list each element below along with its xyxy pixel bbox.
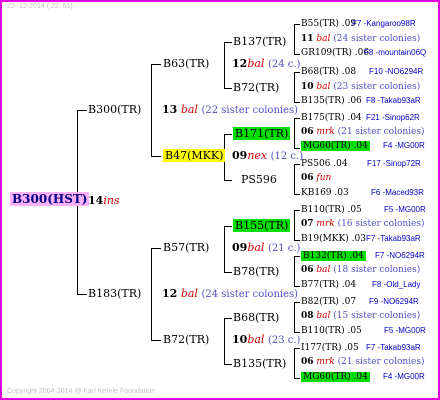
g4-node-3[interactable]: B68(TR) .08 [301, 68, 356, 77]
pedigree-chart: 22- 12-2014 ( 22: 51) B300(HST) 14ins B3… [0, 0, 440, 400]
root-queen[interactable]: B300(HST) [10, 192, 90, 206]
g4-node-8-info: F6 -Maced93R [371, 188, 424, 197]
g4-node-12-info: F8 -Old_Lady [372, 280, 421, 289]
g2-node-4-info: 10bal (23 c.) [232, 333, 301, 346]
g3-node-4-info: 06 fun [301, 173, 332, 183]
g4-node-1[interactable]: B55(TR) .09 [301, 20, 356, 29]
g4-node-7[interactable]: PS506 .04 [301, 160, 348, 169]
g4-node-15[interactable]: I177(TR) .05 [301, 344, 359, 353]
g3-node-6[interactable]: B78(TR) [233, 266, 279, 277]
g2-node-3[interactable]: B57(TR) [163, 242, 209, 253]
g4-node-3-info: F10 -NO6294R [369, 67, 424, 76]
g4-node-16-info: F4 -MG00R [383, 372, 425, 381]
g3-node-1-info: 11 bal (24 sister colonies) [301, 34, 421, 44]
g3-node-1[interactable]: B137(TR) [233, 36, 286, 47]
root-mating-info: 14ins [88, 194, 120, 207]
g4-node-10-info: F7 -Takab93aR [366, 234, 421, 243]
g4-node-4-info: F8 -Takab93aR [366, 96, 421, 105]
g4-node-9[interactable]: B110(TR) .05 [301, 206, 362, 215]
g4-node-5[interactable]: B175(TR) .04 [301, 114, 362, 123]
g4-node-6-info: F4 -MG00R [383, 141, 425, 150]
g4-node-13-info: F9 -NO6294R [369, 297, 419, 306]
g4-node-13[interactable]: B82(TR) .07 [301, 298, 356, 307]
g2-node-1[interactable]: B63(TR) [163, 58, 209, 69]
g3-node-4[interactable]: PS596 [241, 174, 277, 185]
g3-node-3[interactable]: B171(TR) [233, 127, 291, 140]
g3-node-8[interactable]: B135(TR) [233, 358, 286, 369]
g3-node-3-info: 06 mrk (21 sister colonies) [301, 127, 425, 137]
print-date: 22- 12-2014 ( 22: 51) [7, 3, 73, 10]
g4-node-14[interactable]: B110(TR) .05 [301, 327, 362, 336]
g4-node-7-info: F17 -Sinop72R [367, 159, 421, 168]
g4-node-11-info: F7 -NO6294R [375, 251, 425, 260]
g3-node-7-info: 08 bal (15 sister colonies) [301, 311, 421, 321]
g4-node-14-info: F5 -MG00R [384, 326, 426, 335]
g3-node-6-info: 06 bal (18 sister colonies) [301, 265, 421, 275]
g3-node-2[interactable]: B72(TR) [233, 82, 279, 93]
g4-node-11[interactable]: B132(TR) .04 [301, 251, 366, 261]
copyright-notice: Copyright 2004-2014 @ Karl Kehrle Founda… [7, 388, 157, 395]
g2-node-4[interactable]: B72(TR) [163, 334, 209, 345]
g4-node-6[interactable]: MG60(TR) .04 [301, 141, 370, 151]
g2-node-2-info: 09nex (12 c.) [232, 149, 304, 162]
g3-node-5[interactable]: B155(TR) [233, 219, 291, 232]
g3-node-2-info: 10 bal (23 sister colonies) [301, 82, 421, 92]
g4-node-15-info: F7 -Takab93aR [366, 343, 421, 352]
g4-node-12[interactable]: B77(TR) .04 [301, 281, 356, 290]
g4-node-5-info: F21 -Sinop62R [366, 113, 420, 122]
g2-node-1-info: 12bal (24 c.) [232, 57, 301, 70]
g2-node-3-info: 09bal (21 c.) [232, 241, 301, 254]
g4-node-10[interactable]: B19(MKK) .03 [301, 235, 366, 244]
g1-node-2-info: 12 bal (24 sister colonies) [162, 287, 299, 300]
g4-node-1-info: F7 -Kangaroo98R [352, 19, 416, 28]
g2-node-2[interactable]: B47(MKK) [163, 149, 226, 162]
g1-node-1-info: 13 bal (22 sister colonies) [162, 103, 299, 116]
g4-node-8[interactable]: KB169 .03 [301, 189, 349, 198]
g1-node-1[interactable]: B300(TR) [88, 104, 141, 115]
g4-node-2[interactable]: GR109(TR) .06 [301, 49, 369, 58]
g1-node-2[interactable]: B183(TR) [88, 288, 141, 299]
g3-node-7[interactable]: B68(TR) [233, 312, 279, 323]
g4-node-16[interactable]: MG60(TR) .04 [301, 372, 370, 382]
g3-node-8-info: 06 mrk (21 sister colonies) [301, 357, 425, 367]
g4-node-4[interactable]: B135(TR) .06 [301, 97, 362, 106]
g3-node-5-info: 07 mrk (16 sister colonies) [301, 219, 425, 229]
g4-node-9-info: F5 -MG00R [384, 205, 426, 214]
g4-node-2-info: F8 -mountain06Q [364, 48, 427, 57]
